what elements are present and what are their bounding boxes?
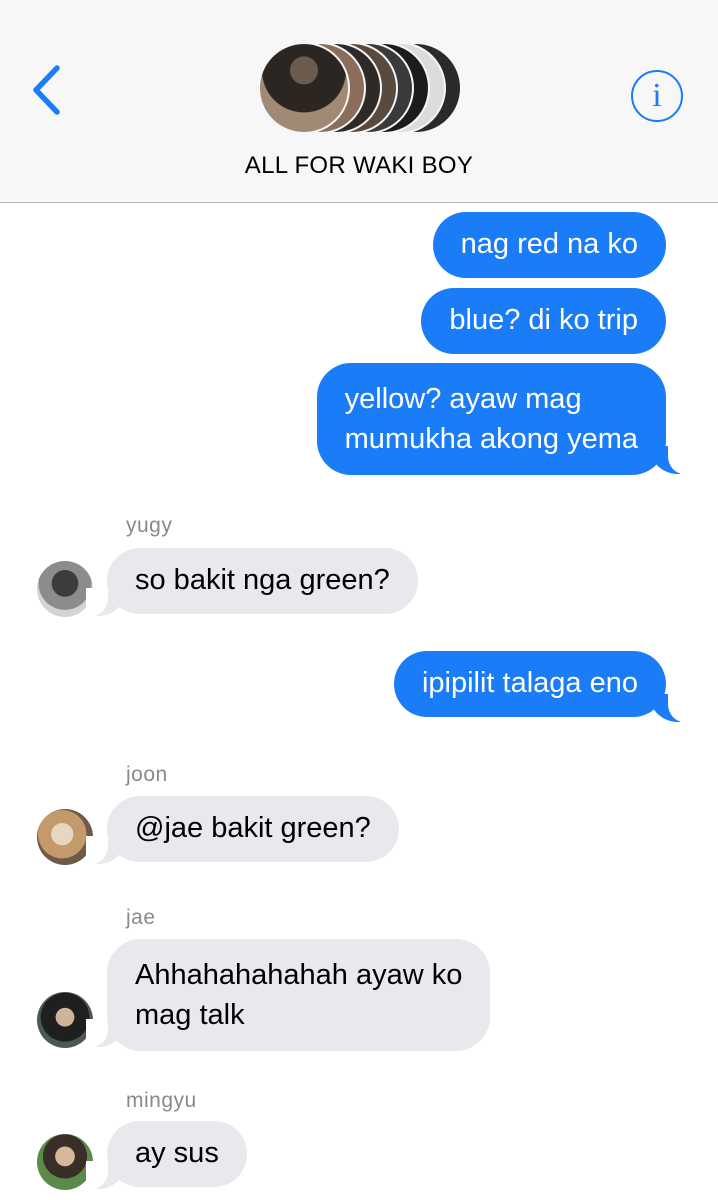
sender-avatar[interactable]: [37, 561, 93, 617]
outgoing-message-bubble[interactable]: ipipilit talaga eno: [393, 651, 666, 717]
back-button[interactable]: [30, 62, 70, 118]
sender-name: mingyu: [126, 1089, 197, 1112]
outgoing-message-bubble[interactable]: nag red na ko: [432, 212, 666, 278]
message-text: ay sus: [135, 1137, 219, 1169]
incoming-message-bubble[interactable]: ay sus: [107, 1121, 247, 1187]
info-button[interactable]: i: [631, 70, 683, 122]
message-text: @jae bakit green?: [135, 812, 371, 844]
message-text-line: mag talk: [135, 999, 245, 1031]
incoming-message-bubble[interactable]: so bakit nga green?: [107, 548, 418, 614]
bubble-tail: [650, 446, 690, 474]
group-member-avatar-primary: [258, 42, 350, 134]
sender-avatar[interactable]: [37, 1134, 93, 1190]
sender-avatar[interactable]: [37, 992, 93, 1048]
message-text: ipipilit talaga eno: [421, 667, 638, 699]
bubble-tail: [650, 694, 690, 722]
message-text: blue? di ko trip: [449, 304, 638, 336]
outgoing-message-bubble[interactable]: yellow? ayaw mag mumukha akong yema: [316, 363, 666, 475]
message-text-line: Ahhahahahahah ayaw ko: [135, 959, 463, 991]
message-text: so bakit nga green?: [135, 564, 390, 596]
info-icon: i: [652, 77, 662, 114]
sender-avatar[interactable]: [37, 809, 93, 865]
incoming-message-bubble[interactable]: Ahhahahahahah ayaw ko mag talk: [107, 939, 491, 1051]
message-text-line: mumukha akong yema: [344, 423, 638, 455]
sender-name: joon: [126, 763, 168, 786]
sender-name: yugy: [126, 514, 173, 537]
message-text: nag red na ko: [460, 228, 638, 260]
chevron-left-icon: [33, 65, 60, 115]
message-text-line: yellow? ayaw mag: [344, 383, 582, 415]
sender-name: jae: [126, 906, 156, 929]
conversation-header: ALL FOR WAKI BOY i: [0, 0, 718, 203]
group-title[interactable]: ALL FOR WAKI BOY: [0, 152, 718, 180]
group-avatar-stack[interactable]: [258, 42, 468, 134]
outgoing-message-bubble[interactable]: blue? di ko trip: [421, 288, 666, 354]
incoming-message-bubble[interactable]: @jae bakit green?: [107, 796, 399, 862]
